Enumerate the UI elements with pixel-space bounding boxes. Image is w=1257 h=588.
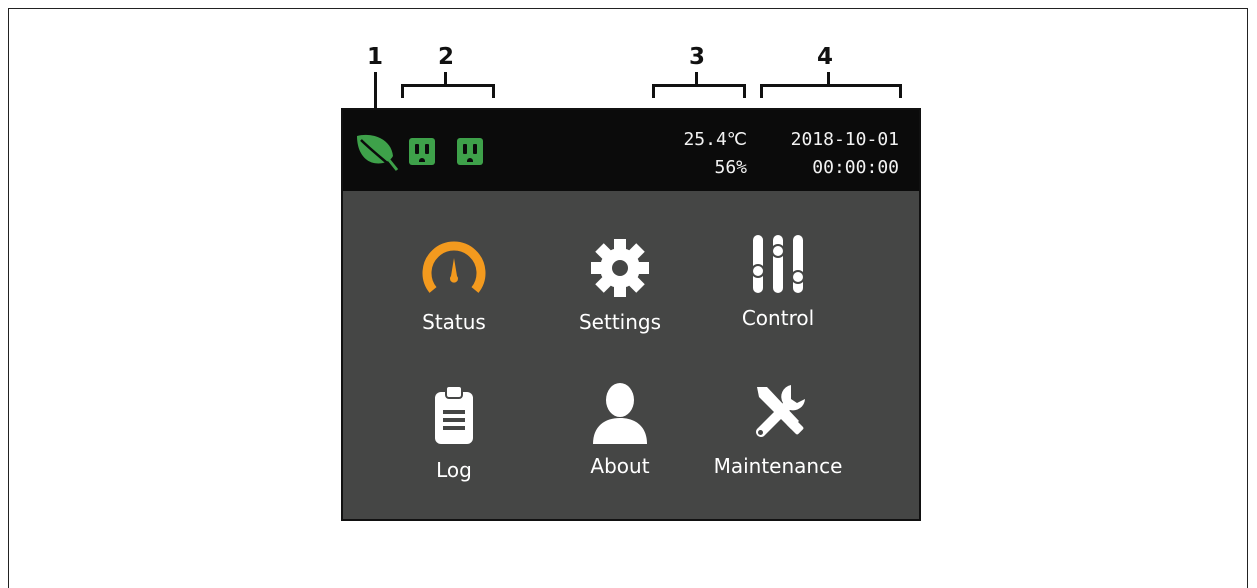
- menu-item-label: Log: [436, 458, 472, 482]
- user-icon: [545, 376, 695, 448]
- device-screen: 25.4℃ 56% 2018-10-01 00:00:00 Status Set…: [341, 108, 921, 521]
- menu-item-maintenance[interactable]: Maintenance: [703, 376, 853, 478]
- callout-number-3: 3: [689, 44, 706, 70]
- leaf-icon: [353, 130, 399, 176]
- gear-icon: [545, 232, 695, 304]
- menu-item-label: Control: [741, 306, 815, 330]
- menu-item-label: Status: [422, 310, 486, 334]
- clipboard-icon: [379, 380, 529, 452]
- callout-number-4: 4: [817, 44, 834, 70]
- temperature-value: 25.4℃: [683, 129, 747, 150]
- date-value: 2018-10-01: [790, 129, 899, 150]
- humidity-value: 56%: [714, 157, 747, 178]
- menu-item-settings[interactable]: Settings: [545, 232, 695, 334]
- callout-number-2: 2: [438, 44, 455, 70]
- outlet-icon: [457, 138, 483, 165]
- menu-item-status[interactable]: Status: [379, 232, 529, 334]
- tools-icon: [703, 376, 853, 448]
- menu-item-log[interactable]: Log: [379, 380, 529, 482]
- menu-item-about[interactable]: About: [545, 376, 695, 478]
- status-bar: 25.4℃ 56% 2018-10-01 00:00:00: [343, 110, 919, 191]
- menu-item-label: Settings: [578, 310, 662, 334]
- callout-number-1: 1: [367, 44, 384, 70]
- gauge-icon: [379, 232, 529, 304]
- menu-item-control[interactable]: Control: [703, 228, 853, 330]
- callout-bracket-4: [760, 84, 902, 98]
- callout-bracket-3: [652, 84, 746, 98]
- time-value: 00:00:00: [812, 157, 899, 178]
- sliders-icon: [703, 228, 853, 300]
- outlet-icon: [409, 138, 435, 165]
- callout-bracket-2: [401, 84, 495, 98]
- menu-item-label: About: [590, 454, 650, 478]
- menu-item-label: Maintenance: [713, 454, 843, 478]
